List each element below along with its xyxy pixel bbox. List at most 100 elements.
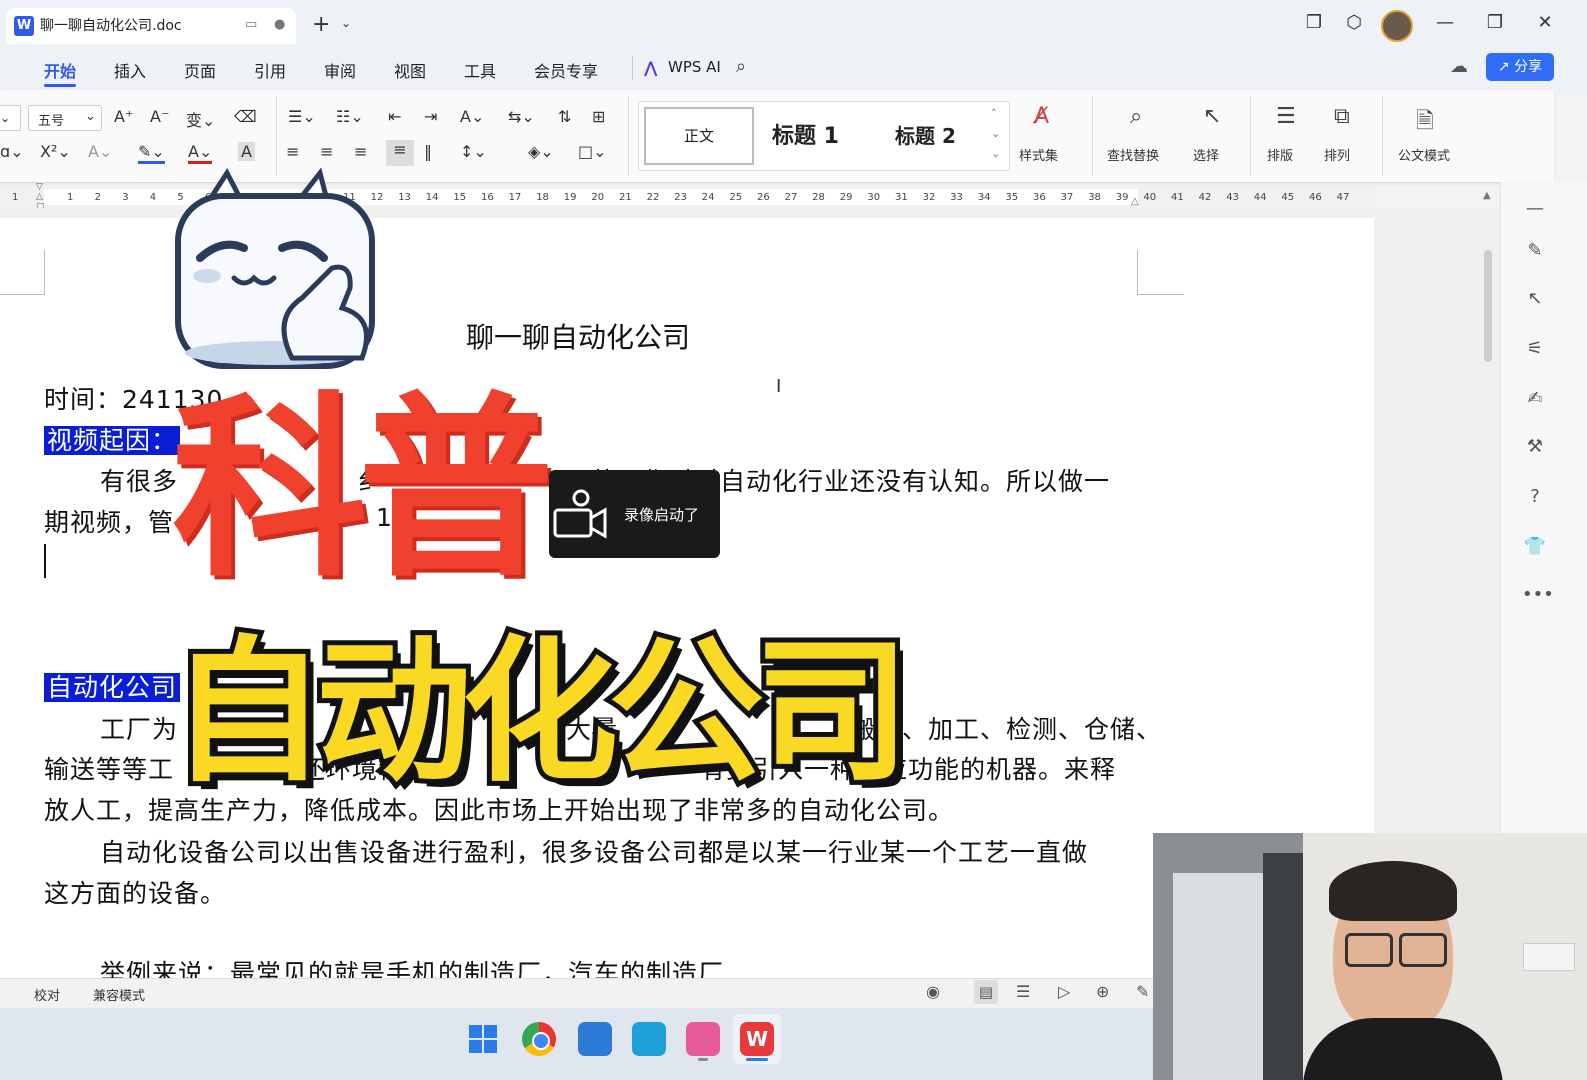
tools-icon[interactable]: ⚒ <box>1522 436 1548 462</box>
search-icon[interactable]: ⌕ <box>736 56 746 77</box>
shirt-icon[interactable]: 👕 <box>1522 536 1548 562</box>
official-doc-label[interactable]: 公文模式 <box>1398 145 1450 164</box>
font-color-icon[interactable]: A⌄ <box>188 142 213 164</box>
tab-list-chevron-icon[interactable]: ⌄ <box>341 16 351 30</box>
paragraph-2-line-2-left[interactable]: 输送等等工 <box>44 750 174 786</box>
video-reason-heading[interactable]: 视频起因： <box>44 421 181 457</box>
tab-tools[interactable]: 工具 <box>464 58 496 82</box>
show-marks-icon[interactable]: ⊞ <box>592 107 605 126</box>
pointer-icon[interactable]: ↖ <box>1522 288 1548 314</box>
photos-icon[interactable] <box>578 1022 612 1056</box>
paragraph-1-line-2-left[interactable]: 期视频，管 <box>44 503 174 539</box>
monitor-icon[interactable]: ▭ <box>245 17 257 32</box>
select-label[interactable]: 选择 <box>1193 145 1219 164</box>
page-view-icon[interactable]: ▤ <box>974 980 998 1004</box>
eye-icon[interactable]: ◉ <box>926 982 940 1001</box>
outline-view-icon[interactable]: ☰ <box>1016 982 1030 1001</box>
paragraph-3-line-1[interactable]: 自动化设备公司以出售设备进行盈利，很多设备公司都是以某一行业某一个工艺一直做 <box>100 833 1088 869</box>
numbered-list-icon[interactable]: ☷⌄ <box>336 107 364 126</box>
decrease-indent-icon[interactable]: ⇤ <box>388 107 401 126</box>
collapse-panel-icon[interactable]: — <box>1522 198 1548 224</box>
style-normal[interactable]: 正文 <box>644 107 754 165</box>
document-tab-title[interactable]: 聊一聊自动化公司.doc <box>40 15 182 35</box>
tab-member[interactable]: 会员专享 <box>534 58 598 82</box>
paragraph-3-line-2[interactable]: 这方面的设备。 <box>44 874 226 910</box>
chrome-icon[interactable] <box>522 1022 556 1056</box>
scroll-up-icon[interactable]: ▲ <box>1483 190 1491 201</box>
align-right-icon[interactable]: ≡ <box>354 142 367 161</box>
font-name-dropdown[interactable]: ⌄ <box>0 105 21 131</box>
align-left-icon[interactable]: ≡ <box>286 142 299 161</box>
style-heading-2[interactable]: 标题 2 <box>895 120 956 149</box>
new-tab-plus-icon[interactable]: + <box>312 12 330 37</box>
pen-icon[interactable]: ✎ <box>1522 240 1548 266</box>
arrange-label[interactable]: 排列 <box>1324 145 1350 164</box>
shading-fill-icon[interactable]: ◈⌄ <box>528 142 554 161</box>
character-shading-icon[interactable]: A <box>238 142 255 161</box>
wps-ai-button[interactable]: WPS AI <box>668 58 721 76</box>
ai-write-icon[interactable]: ✍ <box>1522 388 1548 414</box>
play-icon[interactable]: ▷ <box>1058 982 1070 1001</box>
more-icon[interactable]: ••• <box>1522 584 1554 610</box>
network-app-icon[interactable] <box>632 1022 666 1056</box>
font-size-dropdown[interactable]: 五号 ⌄ <box>28 105 102 131</box>
increase-font-icon[interactable]: A⁺ <box>114 107 133 126</box>
sort-direction-icon[interactable]: ⇆⌄ <box>508 107 535 126</box>
style-gallery-scroll[interactable]: ˄ ⌄ ⌄ <box>991 104 1000 164</box>
distributed-align-icon[interactable]: ‖ <box>424 142 432 161</box>
style-heading-1[interactable]: 标题 1 <box>772 118 839 150</box>
camera-app-icon[interactable] <box>686 1022 720 1056</box>
sliders-icon[interactable]: ⚟ <box>1522 338 1548 364</box>
text-direction-icon[interactable]: A⌄ <box>460 107 484 126</box>
document-title[interactable]: 聊一聊自动化公司 <box>466 316 690 356</box>
align-center-icon[interactable]: ≡ <box>320 142 333 161</box>
sort-icon[interactable]: ⇅ <box>558 107 571 126</box>
share-button[interactable]: ↗ 分享 <box>1486 53 1554 81</box>
phonetic-guide-icon[interactable]: 变⌄ <box>186 107 215 131</box>
bullet-list-icon[interactable]: ☰⌄ <box>288 107 316 126</box>
borders-icon[interactable]: □⌄ <box>578 142 607 161</box>
tab-view[interactable]: 视图 <box>394 58 426 82</box>
tab-references[interactable]: 引用 <box>254 58 286 82</box>
decrease-font-icon[interactable]: A⁻ <box>150 107 169 126</box>
find-replace-icon[interactable]: ⌕ <box>1130 104 1142 129</box>
maximize-icon[interactable]: ❐ <box>1475 12 1515 33</box>
superscript-icon[interactable]: X²⌄ <box>40 142 71 161</box>
style-set-icon[interactable]: A̸ <box>1034 104 1049 129</box>
user-avatar[interactable] <box>1381 10 1413 42</box>
tab-page[interactable]: 页面 <box>184 58 216 82</box>
text-effect-icon[interactable]: A⌄ <box>88 142 112 161</box>
vertical-scrollbar[interactable] <box>1484 250 1492 362</box>
find-replace-label[interactable]: 查找替换 <box>1107 145 1159 164</box>
strikethrough-icon[interactable]: ɑ⌄ <box>0 142 24 161</box>
paragraph-2-line-1-left[interactable]: 工厂为 <box>100 710 178 746</box>
paragraph-1-line-1-left[interactable]: 有很多 <box>100 462 178 498</box>
layout-label[interactable]: 排版 <box>1267 145 1293 164</box>
cloud-upload-icon[interactable]: ☁ <box>1450 56 1468 77</box>
tab-home[interactable]: 开始 <box>44 58 76 82</box>
paragraph-4-partial[interactable]: 举例来说：最常见的就是手机的制造厂，汽车的制造厂 <box>100 954 724 978</box>
help-icon[interactable]: ? <box>1522 486 1548 512</box>
window-restore-group-icon[interactable]: ❐ <box>1294 12 1334 33</box>
justify-icon[interactable]: ≡ <box>386 140 414 166</box>
highlight-color-icon[interactable]: ✎⌄ <box>138 142 165 164</box>
official-doc-icon[interactable]: 🗎 <box>1416 104 1434 142</box>
tab-insert[interactable]: 插入 <box>114 58 146 82</box>
layout-icon[interactable]: ☰ <box>1276 104 1296 129</box>
select-cursor-icon[interactable]: ↖ <box>1203 104 1221 129</box>
tab-review[interactable]: 审阅 <box>324 58 356 82</box>
clear-format-icon[interactable]: ⌫ <box>234 107 257 126</box>
wps-office-icon[interactable]: W <box>740 1022 774 1056</box>
right-indent-marker[interactable]: △ <box>1131 196 1139 207</box>
increase-indent-icon[interactable]: ⇥ <box>424 107 437 126</box>
section-2-heading[interactable]: 自动化公司 <box>44 668 181 704</box>
proofread-button[interactable]: 校对 <box>34 985 60 1004</box>
windows-start-icon[interactable] <box>466 1022 500 1056</box>
web-view-icon[interactable]: ⊕ <box>1096 982 1109 1001</box>
minimize-icon[interactable]: — <box>1425 12 1465 33</box>
edit-pen-icon[interactable]: ✎ <box>1136 982 1149 1001</box>
arrange-icon[interactable]: ⧉ <box>1334 104 1350 129</box>
style-set-label[interactable]: 样式集 <box>1019 145 1058 164</box>
line-spacing-icon[interactable]: ↕⌄ <box>460 142 487 161</box>
cube-icon[interactable]: ⬡ <box>1334 12 1374 33</box>
